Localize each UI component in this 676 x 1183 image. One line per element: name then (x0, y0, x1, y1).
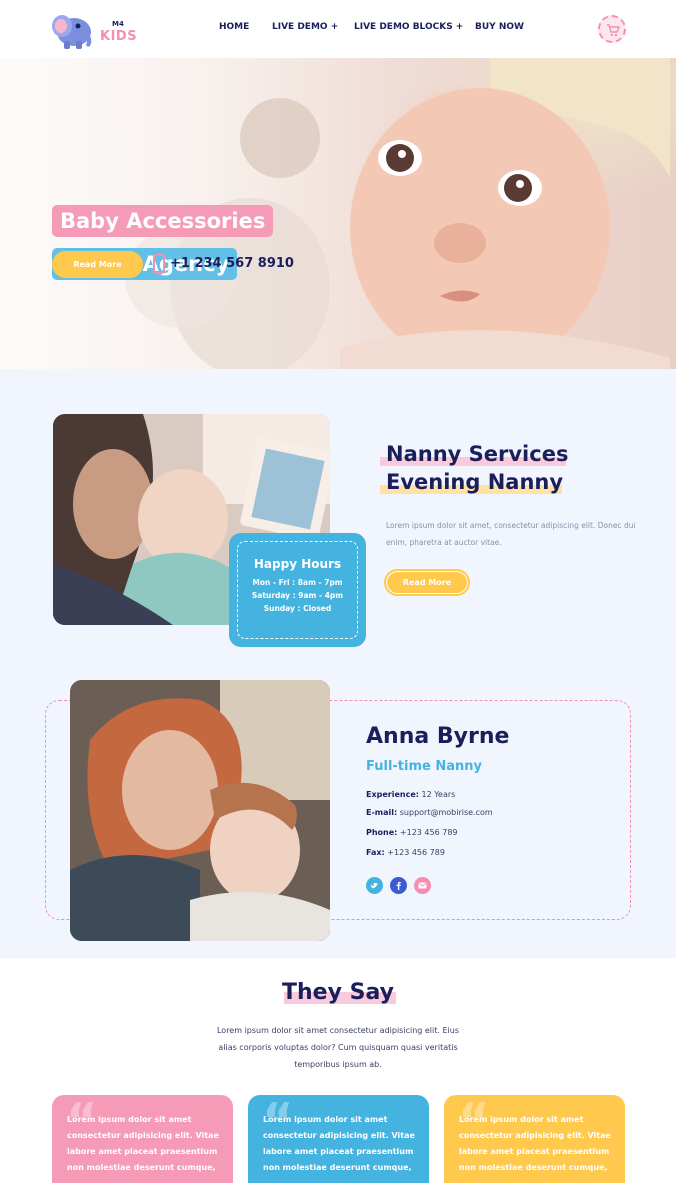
testimonial-card: “ Lorem ipsum dolor sit amet consectetur… (248, 1095, 429, 1183)
hero-tag-baby-accessories: Baby Accessories (52, 205, 274, 237)
facebook-button[interactable] (390, 877, 407, 894)
fax-value: +123 456 789 (384, 848, 445, 857)
nanny-baby-photo (70, 680, 330, 941)
services-title-1: Nanny Services (386, 442, 569, 466)
phone-icon (153, 254, 165, 274)
profile-phone: Phone: +123 456 789 (366, 828, 458, 837)
twitter-icon (370, 882, 378, 889)
testimonial-card: “ Lorem ipsum dolor sit amet consectetur… (52, 1095, 233, 1183)
services-title-2: Evening Nanny (386, 470, 564, 494)
happy-hours-frame: Happy Hours Mon - Fri : 8am - 7pm Saturd… (237, 541, 358, 639)
site-header: M4 KIDS HOME LIVE DEMO + LIVE DEMO BLOCK… (0, 0, 676, 58)
testimonial-text: Lorem ipsum dolor sit amet consectetur a… (263, 1115, 415, 1172)
testimonial-text: Lorem ipsum dolor sit amet consectetur a… (67, 1115, 219, 1172)
profile-experience: Experience: 12 Years (366, 790, 455, 799)
nav-live-demo-blocks[interactable]: LIVE DEMO BLOCKS + (354, 22, 463, 32)
hours-saturday: Saturday : 9am - 4pm (251, 591, 344, 600)
services-read-more-button[interactable]: Read More (384, 569, 470, 596)
facebook-icon (396, 881, 401, 890)
hours-weekdays: Mon - Fri : 8am - 7pm (252, 578, 343, 587)
services-description: Lorem ipsum dolor sit amet, consectetur … (386, 521, 636, 547)
happy-hours-card: Happy Hours Mon - Fri : 8am - 7pm Saturd… (229, 533, 366, 647)
hours-sunday: Sunday : Closed (263, 604, 332, 613)
profile-fax: Fax: +123 456 789 (366, 848, 445, 857)
email-label: E-mail: (366, 808, 398, 817)
hero-phone-number[interactable]: +1 234 567 8910 (170, 256, 294, 271)
main-nav: HOME LIVE DEMO + LIVE DEMO BLOCKS + BUY … (0, 22, 676, 36)
profile-name: Anna Byrne (366, 724, 510, 749)
cart-button[interactable] (598, 15, 626, 43)
experience-value: 12 Years (418, 790, 456, 799)
testimonials-title: They Say (282, 980, 394, 1005)
email-value[interactable]: support@mobirise.com (397, 808, 493, 817)
nav-buy-now[interactable]: BUY NOW (475, 22, 524, 32)
experience-label: Experience: (366, 790, 419, 799)
nav-live-demo[interactable]: LIVE DEMO + (272, 22, 338, 32)
twitter-button[interactable] (366, 877, 383, 894)
profile-email: E-mail: support@mobirise.com (366, 808, 493, 817)
nav-home[interactable]: HOME (219, 22, 249, 32)
email-button[interactable] (414, 877, 431, 894)
baby-photo (340, 58, 670, 369)
hero-banner: Baby Accessories Nanny Agency (0, 58, 676, 369)
testimonials-intro: Lorem ipsum dolor sit amet consectetur a… (216, 1026, 459, 1069)
profile-role: Full-time Nanny (366, 759, 482, 774)
testimonial-card: “ Lorem ipsum dolor sit amet consectetur… (444, 1095, 625, 1183)
fax-label: Fax: (366, 848, 385, 857)
email-icon (418, 882, 427, 889)
happy-hours-title: Happy Hours (253, 557, 342, 571)
phone-value: +123 456 789 (397, 828, 458, 837)
phone-label: Phone: (366, 828, 398, 837)
hero-read-more-button[interactable]: Read More (52, 251, 143, 278)
testimonial-text: Lorem ipsum dolor sit amet consectetur a… (459, 1115, 611, 1172)
cart-icon (607, 24, 620, 37)
